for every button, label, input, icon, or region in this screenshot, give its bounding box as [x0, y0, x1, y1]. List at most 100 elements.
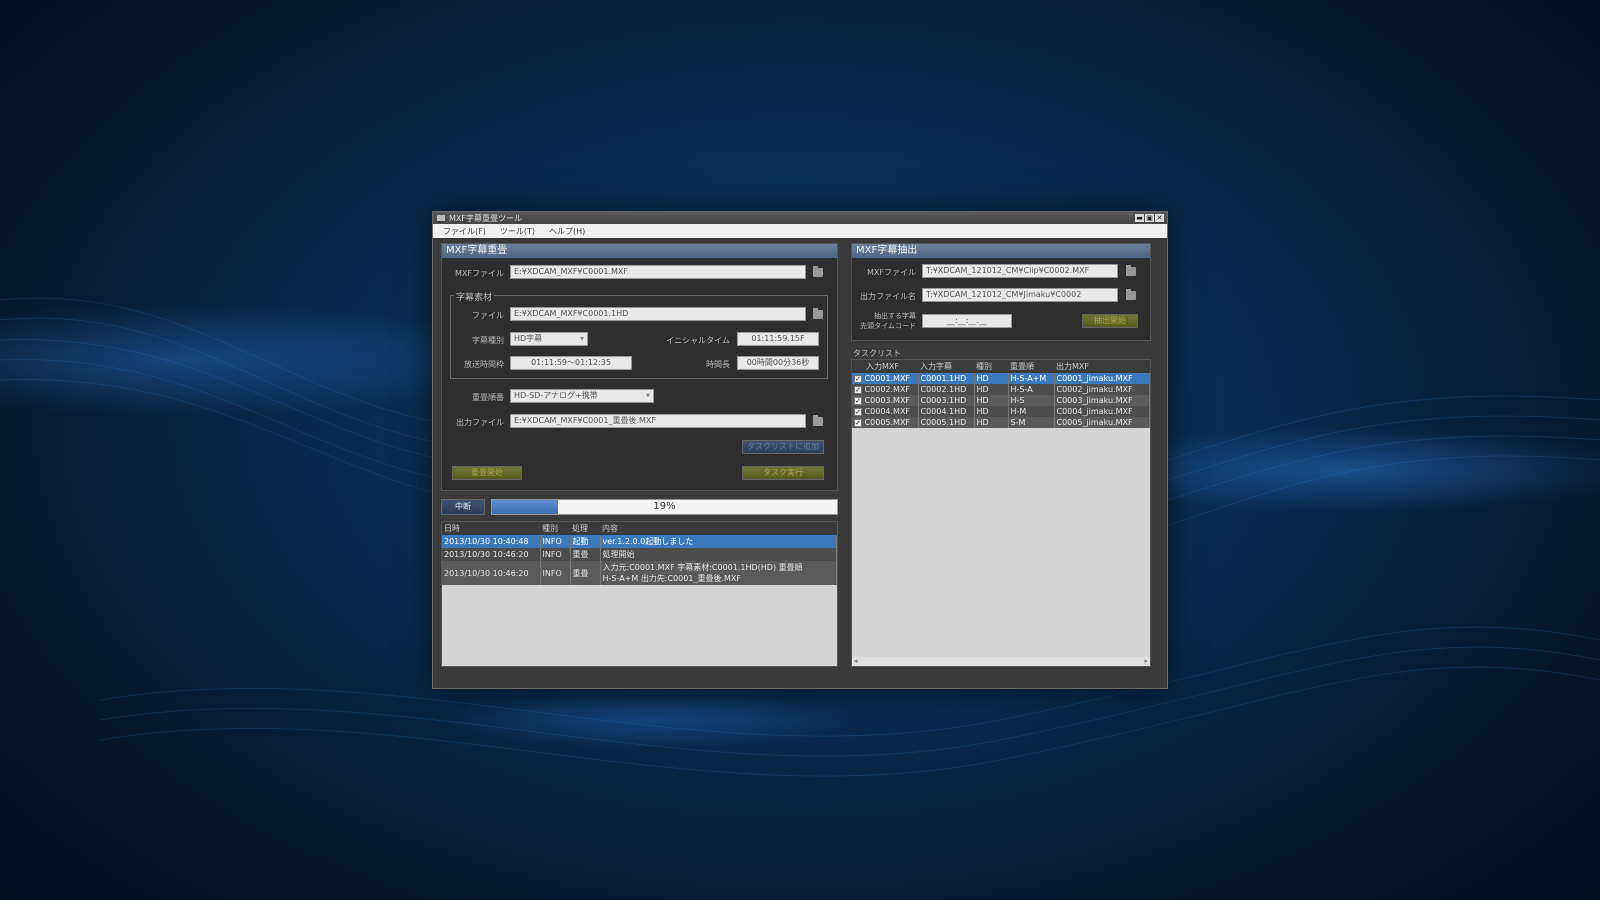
extract-panel: MXF字幕抽出 MXFファイル T:¥XDCAM_121012_CM¥Clip¥… [851, 243, 1151, 341]
log-cell-process: 起動 [570, 535, 601, 548]
task-row[interactable]: ✓ C0004.MXF C0004.1HD HD H-M C0004_jimak… [852, 406, 1150, 417]
task-input-text: C0002.MXF [864, 385, 911, 394]
task-cell-sub: C0002.1HD [918, 384, 975, 395]
task-cell-sub: C0001.1HD [918, 373, 975, 384]
progress-percent: 19% [653, 501, 676, 512]
log-cell-time: 2013/10/30 10:46:20 [442, 561, 541, 585]
extract-output-field[interactable]: T:¥XDCAM_121012_CM¥Jimaku¥C0002 [922, 288, 1118, 302]
menu-tools[interactable]: ツール(T) [500, 226, 535, 237]
task-row[interactable]: ✓ C0002.MXF C0002.1HD HD H-S-A C0002_jim… [852, 384, 1150, 395]
mxf-file-field[interactable]: E:¥XDCAM_MXF¥C0001.MXF [510, 265, 806, 279]
log-col-process[interactable]: 処理 [570, 522, 600, 535]
task-cell-type: HD [974, 395, 1009, 406]
task-col-output[interactable]: 出力MXF [1054, 360, 1150, 373]
checkbox[interactable]: ✓ [854, 418, 862, 427]
log-col-type[interactable]: 種別 [540, 522, 570, 535]
task-input-text: C0005.MXF [864, 418, 911, 427]
log-row[interactable]: 2013/10/30 10:46:20 INFO 重畳 入力元:C0001.MX… [442, 561, 837, 585]
menu-help[interactable]: ヘルプ(H) [549, 226, 585, 237]
close-icon[interactable]: ✕ [1155, 214, 1164, 222]
duration-label: 時間長 [706, 360, 730, 369]
broadcast-time-label: 放送時間枠 [464, 360, 504, 369]
checkbox[interactable]: ✓ [854, 407, 862, 416]
folder-icon[interactable] [813, 415, 823, 426]
subtitle-type-label: 字幕種別 [472, 336, 504, 345]
log-col-time[interactable]: 日時 [442, 522, 540, 535]
extract-panel-header: MXF字幕抽出 [852, 244, 1150, 258]
app-icon [437, 215, 445, 221]
folder-icon[interactable] [1126, 289, 1136, 300]
log-cell-type: INFO [540, 561, 571, 585]
log-content-line1: 入力元:C0001.MXF 字幕素材:C0001.1HD(HD) 重畳順 [602, 563, 803, 572]
task-cell-output: C0004_jimaku.MXF [1054, 406, 1150, 417]
task-cell-input: ✓ C0003.MXF [852, 395, 919, 406]
folder-icon[interactable] [813, 266, 823, 277]
task-col-order[interactable]: 重畳順 [1008, 360, 1054, 373]
minimize-icon[interactable]: ▬ [1135, 214, 1144, 222]
task-row[interactable]: ✓ C0001.MXF C0001.1HD HD H-S-A+M C0001_j… [852, 373, 1150, 384]
task-cell-type: HD [974, 384, 1009, 395]
log-cell-content: 処理開始 [600, 548, 837, 561]
checkbox[interactable]: ✓ [854, 396, 862, 405]
subtitle-file-field[interactable]: E:¥XDCAM_MXF¥C0001.1HD [510, 307, 806, 321]
extract-mxf-field[interactable]: T:¥XDCAM_121012_CM¥Clip¥C0002.MXF [922, 264, 1118, 278]
log-row[interactable]: 2013/10/30 10:40:48 INFO 起動 ver.1.2.0.0起… [442, 535, 837, 548]
output-file-label: 出力ファイル [456, 418, 504, 427]
task-cell-output: C0003_jimaku.MXF [1054, 395, 1150, 406]
log-grid[interactable]: 日時 種別 処理 内容 2013/10/30 10:40:48 INFO 起動 … [441, 521, 838, 667]
task-cell-input: ✓ C0002.MXF [852, 384, 919, 395]
subtitle-type-select[interactable]: HD字幕 [510, 332, 588, 346]
cancel-button[interactable]: 中断 [441, 499, 485, 515]
main-window: MXF字幕重畳ツール ▬ ▣ ✕ ファイル(F) ツール(T) ヘルプ(H) M… [432, 211, 1168, 689]
mxf-file-label: MXFファイル [455, 269, 504, 278]
task-cell-order: H-M [1008, 406, 1055, 417]
scroll-left-icon[interactable]: ◂ [854, 657, 858, 665]
task-input-text: C0004.MXF [864, 407, 911, 416]
task-cell-type: HD [974, 373, 1009, 384]
log-cell-type: INFO [540, 535, 571, 548]
checkbox[interactable]: ✓ [854, 374, 862, 383]
task-input-text: C0001.MXF [864, 374, 911, 383]
start-overlay-button[interactable]: 重畳開始 [452, 466, 522, 480]
task-col-input-sub[interactable]: 入力字幕 [918, 360, 974, 373]
menu-file[interactable]: ファイル(F) [443, 226, 486, 237]
task-cell-sub: C0004.1HD [918, 406, 975, 417]
log-col-content[interactable]: 内容 [600, 522, 837, 535]
file-label: ファイル [472, 311, 504, 320]
horizontal-scrollbar[interactable]: ◂ ▸ [852, 657, 1150, 666]
log-cell-type: INFO [540, 548, 571, 561]
overlay-panel-header: MXF字幕重畳 [442, 244, 837, 258]
task-cell-type: HD [974, 406, 1009, 417]
add-task-button[interactable]: タスクリストに追加 [742, 440, 824, 454]
initial-time-field[interactable]: 01:11:59.15F [737, 332, 819, 346]
log-cell-content: 入力元:C0001.MXF 字幕素材:C0001.1HD(HD) 重畳順 H-S… [600, 561, 837, 585]
initial-time-label: イニシャルタイム [666, 336, 730, 345]
maximize-icon[interactable]: ▣ [1145, 214, 1154, 222]
priority-select[interactable]: HD-SD-アナログ+携帯 [510, 389, 654, 403]
task-cell-order: H-S [1008, 395, 1055, 406]
output-file-field[interactable]: E:¥XDCAM_MXF¥C0001_重畳後.MXF [510, 414, 806, 428]
log-cell-content: ver.1.2.0.0起動しました [600, 535, 837, 548]
duration-field: 00時間00分36秒 [737, 356, 819, 370]
task-row[interactable]: ✓ C0005.MXF C0005.1HD HD S-M C0005_jimak… [852, 417, 1150, 428]
folder-icon[interactable] [813, 308, 823, 319]
extract-mxf-label: MXFファイル [867, 268, 916, 277]
title-bar[interactable]: MXF字幕重畳ツール ▬ ▣ ✕ [433, 212, 1167, 224]
task-cell-input: ✓ C0001.MXF [852, 373, 919, 384]
broadcast-time-field: 01:11:59〜01:12:35 [510, 356, 632, 370]
log-content-line2: H-S-A+M 出力先:C0001_重畳後.MXF [602, 574, 741, 583]
task-cell-order: S-M [1008, 417, 1055, 428]
run-task-button[interactable]: タスク実行 [742, 466, 824, 480]
task-cell-input: ✓ C0004.MXF [852, 406, 919, 417]
task-list-grid[interactable]: 入力MXF 入力字幕 種別 重畳順 出力MXF ✓ C0001.MXF C000… [851, 359, 1151, 667]
folder-icon[interactable] [1126, 265, 1136, 276]
progress-bar: 19% [491, 499, 838, 515]
scroll-right-icon[interactable]: ▸ [1144, 657, 1148, 665]
extract-start-button[interactable]: 抽出開始 [1082, 314, 1138, 328]
task-row[interactable]: ✓ C0003.MXF C0003.1HD HD H-S C0003_jimak… [852, 395, 1150, 406]
task-col-type[interactable]: 種別 [974, 360, 1008, 373]
timecode-field[interactable]: __:__:__.__ [922, 314, 1012, 328]
log-row[interactable]: 2013/10/30 10:46:20 INFO 重畳 処理開始 [442, 548, 837, 561]
checkbox[interactable]: ✓ [854, 385, 862, 394]
task-col-input-mxf[interactable]: 入力MXF [852, 360, 918, 373]
